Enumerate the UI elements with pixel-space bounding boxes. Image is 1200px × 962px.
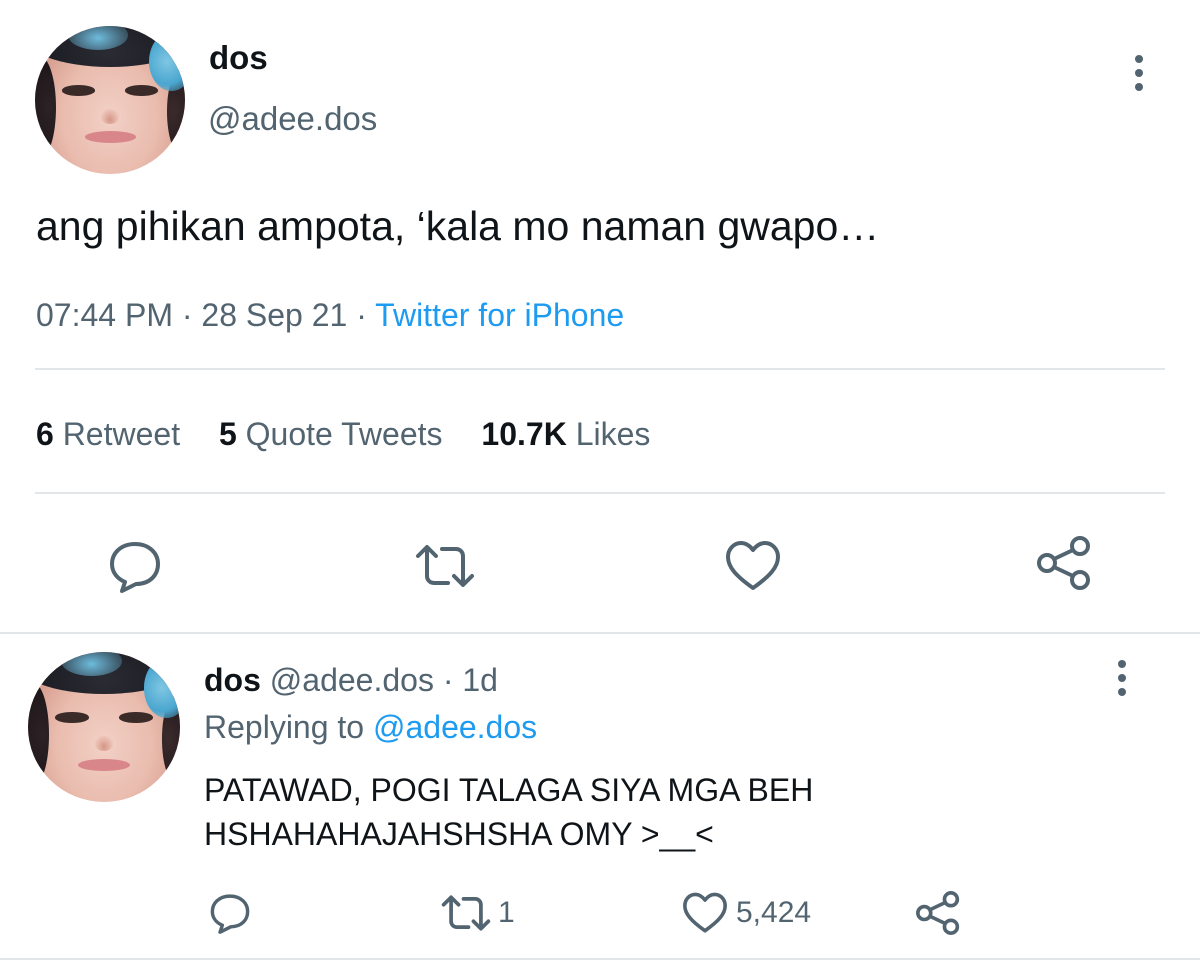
likes-stat[interactable]: 10.7K Likes xyxy=(481,416,650,452)
likes-count: 10.7K xyxy=(481,416,567,452)
user-handle[interactable]: @adee.dos xyxy=(208,99,377,139)
reply-text-line: PATAWAD, POGI TALAGA SIYA MGA BEH xyxy=(204,772,814,808)
reply-icon xyxy=(210,894,250,934)
tweet-source-link[interactable]: Twitter for iPhone xyxy=(375,297,624,333)
reply-text: PATAWAD, POGI TALAGA SIYA MGA BEH HSHAHA… xyxy=(204,768,813,856)
likes-label: Likes xyxy=(575,416,651,452)
retweet-count: 1 xyxy=(498,896,515,929)
tweet-time[interactable]: 07:44 PM xyxy=(36,297,173,333)
meta-separator: · xyxy=(181,297,193,333)
replying-to: Replying to @adee.dos xyxy=(204,707,537,747)
avatar[interactable] xyxy=(28,652,180,802)
retweet-icon xyxy=(416,545,474,587)
more-vertical-icon xyxy=(1135,55,1143,91)
avatar[interactable] xyxy=(35,26,185,174)
display-name[interactable]: dos xyxy=(204,662,261,698)
retweet-button[interactable]: 1 xyxy=(437,888,547,938)
reply-text-line: HSHAHAHAJAHSHSHA OMY >__< xyxy=(204,816,714,852)
like-count: 5,424 xyxy=(736,896,812,929)
more-options-button[interactable] xyxy=(1124,52,1154,96)
reply-icon xyxy=(110,542,160,593)
divider xyxy=(35,492,1165,494)
reply-button[interactable] xyxy=(105,536,165,596)
share-icon xyxy=(1037,536,1090,590)
share-button[interactable] xyxy=(1033,532,1095,594)
retweets-label: Retweet xyxy=(62,416,181,452)
divider xyxy=(35,368,1165,370)
tweet-date[interactable]: 28 Sep 21 xyxy=(201,297,347,333)
quotes-count: 5 xyxy=(218,416,237,452)
more-options-button[interactable] xyxy=(1107,657,1137,701)
heart-icon xyxy=(726,541,780,590)
retweet-icon xyxy=(441,895,491,931)
reply-header: dos @adee.dos · 1d xyxy=(204,660,498,700)
tweet-text: ang pihikan ampota, ‘kala mo naman gwapo… xyxy=(36,203,880,249)
replying-to-label: Replying to xyxy=(204,709,365,745)
replying-to-link[interactable]: @adee.dos xyxy=(373,709,537,745)
heart-icon xyxy=(683,892,727,933)
bottom-divider xyxy=(0,958,1200,960)
like-button[interactable]: 5,424 xyxy=(680,888,830,938)
quotes-label: Quote Tweets xyxy=(245,416,443,452)
retweet-button[interactable] xyxy=(410,536,480,596)
tweet-age[interactable]: 1d xyxy=(462,662,498,698)
section-divider xyxy=(0,632,1200,634)
tweet-stats: 6 Retweet 5 Quote Tweets 10.7K Likes xyxy=(36,414,650,454)
display-name[interactable]: dos xyxy=(209,38,268,78)
reply-button[interactable] xyxy=(207,890,253,936)
share-icon xyxy=(916,891,960,935)
meta-separator: · xyxy=(356,297,367,333)
share-button[interactable] xyxy=(913,888,963,938)
meta-separator: · xyxy=(442,662,454,698)
user-handle[interactable]: @adee.dos xyxy=(270,662,434,698)
quotes-stat[interactable]: 5 Quote Tweets xyxy=(219,416,451,452)
like-button[interactable] xyxy=(722,536,784,596)
retweets-count: 6 xyxy=(36,416,54,452)
retweets-stat[interactable]: 6 Retweet xyxy=(36,416,189,452)
more-vertical-icon xyxy=(1118,660,1126,696)
tweet-meta: 07:44 PM · 28 Sep 21 · Twitter for iPhon… xyxy=(36,295,624,335)
